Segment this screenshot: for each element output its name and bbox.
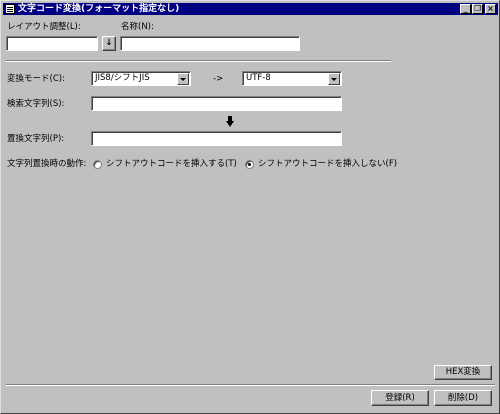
name-label: 名称(N): <box>121 22 154 32</box>
replace-input[interactable] <box>91 131 342 146</box>
down-arrow-icon <box>226 116 234 127</box>
radio-insert-label[interactable]: シフトアウトコードを挿入する(T) <box>106 159 237 170</box>
search-label: 検索文字列(S): <box>7 99 65 109</box>
conversion-mode-label: 変換モード(C): <box>7 74 65 84</box>
radio-no-insert[interactable] <box>245 160 254 169</box>
down-arrow-icon: ↓ <box>105 38 113 48</box>
layout-input[interactable] <box>6 36 98 51</box>
delete-button[interactable]: 削除(D) <box>434 390 492 406</box>
minimize-button[interactable]: _ <box>460 4 471 14</box>
app-icon <box>5 4 15 14</box>
name-input[interactable] <box>120 36 300 51</box>
conversion-arrow: -> <box>213 74 224 84</box>
restore-button[interactable]: ❐ <box>472 4 483 14</box>
layout-label: レイアウト調整(L): <box>7 22 81 32</box>
from-encoding-select[interactable]: JIS8/シフトJIS <box>91 71 191 86</box>
to-encoding-value: UTF-8 <box>246 73 271 83</box>
title-bar[interactable]: 文字コード変換(フォーマット指定なし) _ ❐ × <box>3 3 498 15</box>
replace-label: 置換文字列(P): <box>7 134 65 144</box>
layout-select-button[interactable]: ↓ <box>102 36 116 51</box>
chevron-down-icon[interactable] <box>328 73 340 85</box>
radio-insert[interactable] <box>93 160 102 169</box>
register-button[interactable]: 登録(R) <box>371 390 429 406</box>
close-button[interactable]: × <box>485 4 496 14</box>
chevron-down-icon[interactable] <box>177 73 189 85</box>
radio-no-insert-label[interactable]: シフトアウトコードを挿入しない(F) <box>258 159 397 170</box>
behavior-label: 文字列置換時の動作: <box>7 159 87 169</box>
search-input[interactable] <box>91 96 342 111</box>
separator-bottom <box>6 384 495 386</box>
separator-top <box>6 60 391 62</box>
to-encoding-select[interactable]: UTF-8 <box>242 71 342 86</box>
from-encoding-value: JIS8/シフトJIS <box>95 73 150 83</box>
dialog-window: 文字コード変換(フォーマット指定なし) _ ❐ × レイアウト調整(L): ↓ … <box>0 0 500 414</box>
window-title: 文字コード変換(フォーマット指定なし) <box>18 4 180 14</box>
hex-convert-button[interactable]: HEX変換 <box>434 365 492 380</box>
